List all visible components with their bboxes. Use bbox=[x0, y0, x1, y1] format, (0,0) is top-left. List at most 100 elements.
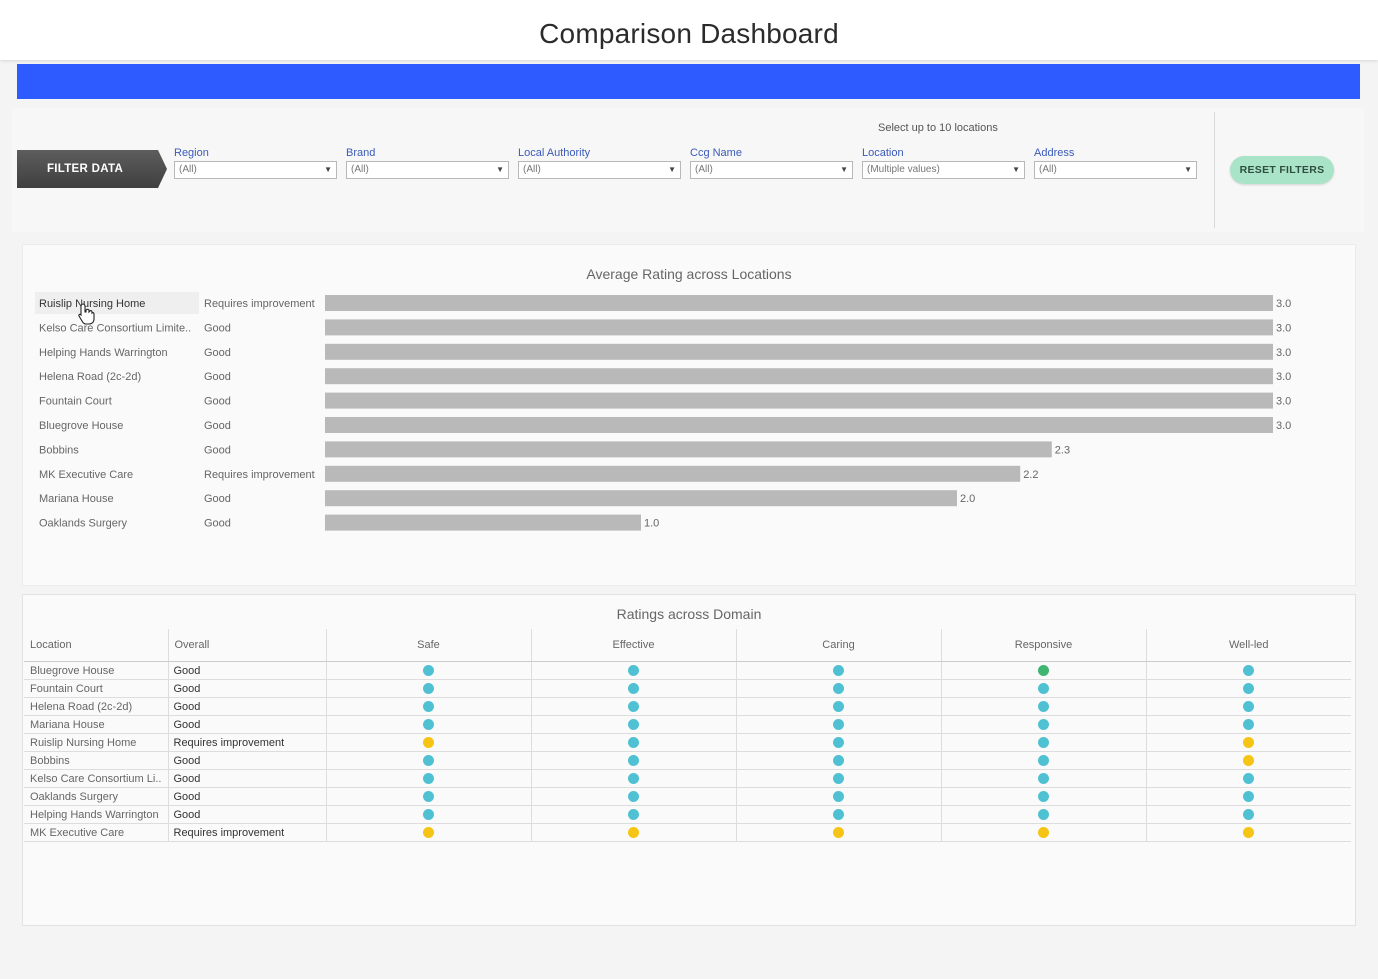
overall-rating-label: Requires improvement bbox=[204, 298, 315, 310]
category-label[interactable]: MK Executive Care bbox=[39, 469, 133, 481]
rating-dot-icon[interactable] bbox=[1038, 683, 1049, 695]
overall-cell: Good bbox=[167, 769, 326, 788]
table-row[interactable]: Ruislip Nursing Home Requires improvement bbox=[24, 733, 1351, 752]
rating-dot-icon[interactable] bbox=[833, 827, 844, 839]
rating-bar[interactable] bbox=[325, 490, 957, 507]
rating-bar[interactable] bbox=[325, 465, 1021, 482]
rating-dot-icon[interactable] bbox=[423, 827, 434, 839]
rating-dot-icon[interactable] bbox=[628, 665, 639, 677]
rating-dot-icon[interactable] bbox=[1243, 791, 1255, 803]
rating-dot-icon[interactable] bbox=[628, 809, 639, 821]
rating-dot-icon[interactable] bbox=[423, 701, 434, 713]
rating-dot-icon[interactable] bbox=[1038, 737, 1049, 749]
overall-rating-label: Good bbox=[204, 444, 231, 456]
rating-dot-icon[interactable] bbox=[1038, 755, 1049, 767]
bar-value-label: 3.0 bbox=[1276, 322, 1291, 334]
rating-dot-icon[interactable] bbox=[1038, 809, 1049, 821]
rating-dot-icon[interactable] bbox=[1243, 701, 1255, 713]
address-filter: Address (All) ▼ bbox=[1034, 147, 1197, 179]
rating-dot-icon[interactable] bbox=[1243, 719, 1255, 731]
local-authority-dropdown[interactable]: (All) ▼ bbox=[518, 161, 681, 179]
region-dropdown[interactable]: (All) ▼ bbox=[174, 161, 337, 179]
rating-cell bbox=[530, 751, 736, 770]
rating-dot-icon[interactable] bbox=[1243, 773, 1255, 785]
table-row[interactable]: MK Executive Care Requires improvement bbox=[24, 823, 1351, 842]
rating-dot-icon[interactable] bbox=[1038, 827, 1049, 839]
brand-dropdown[interactable]: (All) ▼ bbox=[346, 161, 509, 179]
rating-bar[interactable] bbox=[325, 417, 1273, 433]
rating-dot-icon[interactable] bbox=[628, 827, 639, 839]
rating-dot-icon[interactable] bbox=[833, 809, 844, 821]
table-row[interactable]: Mariana House Good bbox=[24, 715, 1351, 734]
category-label[interactable]: Fountain Court bbox=[39, 396, 112, 408]
rating-dot-icon[interactable] bbox=[1243, 683, 1255, 695]
rating-bar[interactable] bbox=[325, 514, 641, 531]
category-label[interactable]: Helena Road (2c-2d) bbox=[39, 371, 141, 383]
rating-dot-icon[interactable] bbox=[833, 665, 844, 677]
rating-dot-icon[interactable] bbox=[423, 737, 434, 749]
rating-dot-icon[interactable] bbox=[423, 755, 434, 767]
table-row[interactable]: Helena Road (2c-2d) Good bbox=[24, 697, 1351, 716]
rating-dot-icon[interactable] bbox=[833, 791, 844, 803]
rating-cell bbox=[1145, 661, 1351, 680]
rating-dot-icon[interactable] bbox=[833, 755, 844, 767]
overall-cell: Requires improvement bbox=[167, 733, 326, 752]
rating-dot-icon[interactable] bbox=[833, 737, 844, 749]
rating-dot-icon[interactable] bbox=[628, 701, 639, 713]
rating-dot-icon[interactable] bbox=[1243, 755, 1255, 767]
rating-dot-icon[interactable] bbox=[1038, 701, 1049, 713]
rating-dot-icon[interactable] bbox=[423, 773, 434, 785]
rating-bar[interactable] bbox=[325, 368, 1273, 385]
overall-rating-label: Good bbox=[204, 371, 231, 383]
rating-dot-icon[interactable] bbox=[1038, 719, 1049, 731]
category-label[interactable]: Bluegrove House bbox=[39, 420, 123, 432]
location-cell: Kelso Care Consortium Li.. bbox=[24, 769, 168, 788]
table-row[interactable]: Oaklands Surgery Good bbox=[24, 787, 1351, 806]
rating-dot-icon[interactable] bbox=[833, 683, 844, 695]
rating-dot-icon[interactable] bbox=[628, 737, 639, 749]
rating-dot-icon[interactable] bbox=[628, 719, 639, 731]
rating-dot-icon[interactable] bbox=[423, 719, 434, 731]
ccg-name-dropdown[interactable]: (All) ▼ bbox=[690, 161, 853, 179]
rating-dot-icon[interactable] bbox=[628, 755, 639, 767]
rating-bar[interactable] bbox=[325, 343, 1273, 360]
category-label[interactable]: Kelso Care Consortium Limite.. bbox=[39, 322, 191, 334]
reset-filters-button[interactable]: RESET FILTERS bbox=[1230, 156, 1334, 184]
rating-dot-icon[interactable] bbox=[1038, 665, 1049, 677]
hand-cursor-icon bbox=[78, 303, 95, 325]
rating-dot-icon[interactable] bbox=[833, 701, 844, 713]
rating-dot-icon[interactable] bbox=[1243, 809, 1255, 821]
table-row[interactable]: Kelso Care Consortium Li.. Good bbox=[24, 769, 1351, 788]
rating-dot-icon[interactable] bbox=[833, 773, 844, 785]
table-row[interactable]: Bluegrove House Good bbox=[24, 661, 1351, 680]
table-row[interactable]: Bobbins Good bbox=[24, 751, 1351, 770]
rating-bar[interactable] bbox=[325, 319, 1273, 336]
rating-dot-icon[interactable] bbox=[423, 665, 434, 677]
rating-dot-icon[interactable] bbox=[833, 719, 844, 731]
rating-bar[interactable] bbox=[325, 392, 1273, 409]
header-band bbox=[17, 64, 1360, 99]
rating-dot-icon[interactable] bbox=[423, 683, 434, 695]
table-row[interactable]: Fountain Court Good bbox=[24, 679, 1351, 698]
rating-dot-icon[interactable] bbox=[423, 809, 434, 821]
rating-dot-icon[interactable] bbox=[1243, 737, 1255, 749]
category-label[interactable]: Oaklands Surgery bbox=[39, 518, 128, 530]
rating-dot-icon[interactable] bbox=[628, 683, 639, 695]
category-label[interactable]: Mariana House bbox=[39, 493, 114, 505]
rating-dot-icon[interactable] bbox=[1038, 773, 1049, 785]
rating-bar[interactable] bbox=[325, 441, 1052, 458]
category-label[interactable]: Bobbins bbox=[39, 444, 79, 456]
address-dropdown[interactable]: (All) ▼ bbox=[1034, 161, 1197, 179]
rating-dot-icon[interactable] bbox=[628, 773, 639, 785]
rating-cell bbox=[530, 661, 736, 680]
rating-dot-icon[interactable] bbox=[628, 791, 639, 803]
rating-dot-icon[interactable] bbox=[1243, 827, 1255, 839]
category-label[interactable]: Helping Hands Warrington bbox=[39, 347, 168, 359]
location-dropdown[interactable]: (Multiple values) ▼ bbox=[862, 161, 1025, 179]
rating-cell bbox=[1145, 805, 1351, 824]
rating-dot-icon[interactable] bbox=[423, 791, 434, 803]
table-row[interactable]: Helping Hands Warrington Good bbox=[24, 805, 1351, 824]
rating-dot-icon[interactable] bbox=[1038, 791, 1049, 803]
rating-bar[interactable] bbox=[325, 295, 1273, 311]
rating-dot-icon[interactable] bbox=[1243, 665, 1255, 677]
